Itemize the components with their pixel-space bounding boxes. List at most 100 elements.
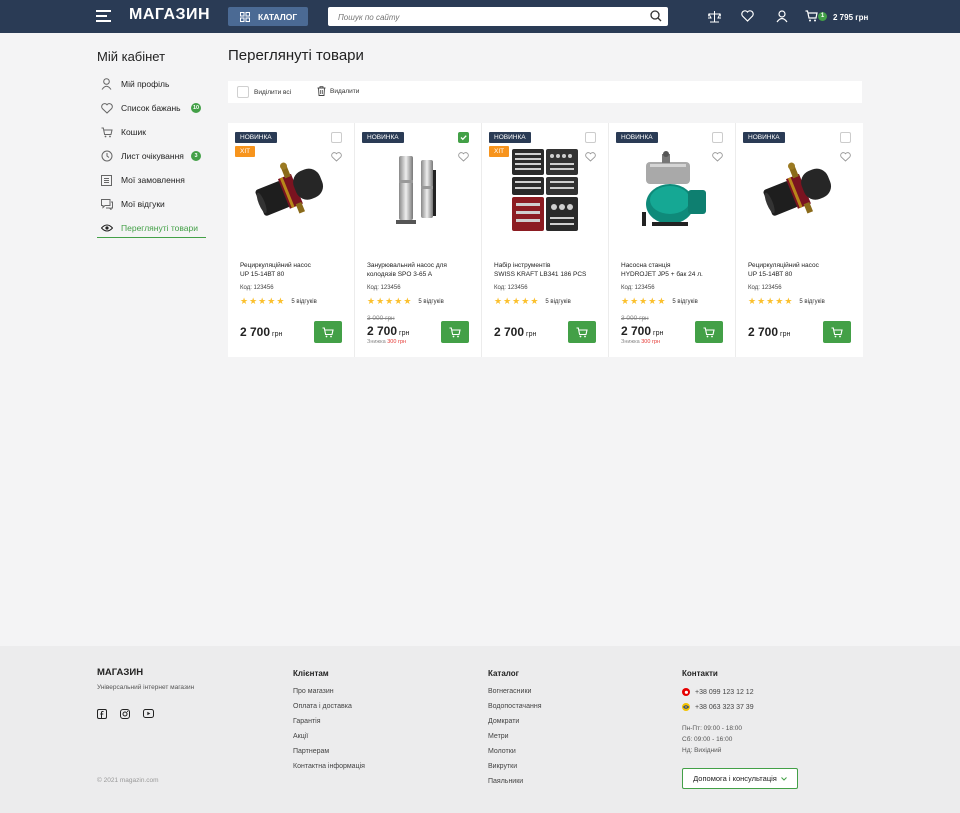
- sidebar-item-wishlist[interactable]: Список бажань 10: [97, 98, 206, 118]
- vodafone-icon: [682, 688, 690, 696]
- reviews-link[interactable]: 5 відгуків: [672, 299, 697, 305]
- star-icon: ★: [267, 296, 276, 306]
- product-image[interactable]: [627, 145, 717, 235]
- reviews-link[interactable]: 5 відгуків: [799, 299, 824, 305]
- product-name-line: UP 15-14ВТ 80: [240, 271, 285, 278]
- star-icon: ★: [639, 296, 648, 306]
- footer-link[interactable]: Викрутки: [488, 763, 517, 770]
- discount-value: 300 грн: [641, 339, 661, 345]
- wishlist-count-badge: 10: [191, 103, 201, 113]
- product-image[interactable]: [754, 145, 844, 235]
- footer-link[interactable]: Водопостачання: [488, 703, 542, 710]
- add-to-cart-button[interactable]: [823, 321, 851, 343]
- rating-stars: ★ ★ ★ ★ ★ 5 відгуків: [748, 297, 825, 306]
- footer-link[interactable]: Паяльники: [488, 778, 523, 785]
- product-image[interactable]: [500, 145, 590, 235]
- search-input[interactable]: [328, 8, 628, 27]
- footer: МАГАЗИН Універсальний інтернет магазин ©…: [0, 646, 960, 813]
- product-select-checkbox[interactable]: [458, 132, 469, 143]
- product-select-checkbox[interactable]: [585, 132, 596, 143]
- product-select-checkbox[interactable]: [712, 132, 723, 143]
- account-user-icon[interactable]: [776, 10, 788, 23]
- cart-icon[interactable]: [805, 10, 818, 22]
- footer-link[interactable]: Метри: [488, 733, 509, 740]
- wishlist-heart-icon[interactable]: [741, 10, 754, 22]
- cart-icon: [576, 326, 588, 337]
- star-icon: ★: [512, 296, 521, 306]
- cart-icon: [703, 326, 715, 337]
- sidebar-item-orders[interactable]: Мої замовлення: [97, 170, 206, 190]
- footer-link[interactable]: Молотки: [488, 748, 516, 755]
- product-grid: НОВИНКА ХІТ Рециркуляційний насос UP 15-…: [228, 123, 863, 357]
- footer-link[interactable]: Оплата і доставка: [293, 703, 352, 710]
- sidebar-item-waitlist[interactable]: Лист очікування 3: [97, 146, 206, 166]
- product-image[interactable]: [246, 145, 336, 235]
- product-card[interactable]: НОВИНКА Занурювальний насос для колодязі…: [355, 123, 482, 357]
- footer-tagline: Універсальний інтернет магазин: [97, 684, 195, 691]
- footer-logo[interactable]: МАГАЗИН: [97, 667, 143, 678]
- product-select-checkbox[interactable]: [331, 132, 342, 143]
- rating-stars: ★ ★ ★ ★ ★ 5 відгуків: [494, 297, 571, 306]
- sidebar-item-label: Кошик: [121, 127, 146, 137]
- product-image[interactable]: [373, 145, 463, 235]
- add-to-cart-button[interactable]: [568, 321, 596, 343]
- add-to-cart-button[interactable]: [314, 321, 342, 343]
- sidebar-item-label: Мій профіль: [121, 79, 170, 89]
- sidebar-item-cart[interactable]: Кошик: [97, 122, 206, 142]
- help-consultation-button[interactable]: Допомога і консультація: [682, 768, 798, 789]
- sidebar-item-reviews[interactable]: Мої відгуки: [97, 194, 206, 214]
- product-card[interactable]: НОВИНКА ХІТ Набір інструментів SWISS KRA…: [482, 123, 609, 357]
- working-hours-line: Нд: Вихідний: [682, 747, 722, 754]
- product-code: Код: 123456: [748, 285, 782, 291]
- star-icon: ★: [367, 296, 376, 306]
- select-all-checkbox[interactable]: [237, 86, 249, 98]
- footer-link[interactable]: Домкрати: [488, 718, 519, 725]
- product-card[interactable]: НОВИНКА Насосна станція HYDROJET JP5 + б…: [609, 123, 736, 357]
- sidebar-item-profile[interactable]: Мій профіль: [97, 74, 206, 94]
- cart-total[interactable]: 2 795 грн: [833, 13, 868, 22]
- search-icon[interactable]: [650, 10, 662, 22]
- product-card[interactable]: НОВИНКА Рециркуляційний насос UP 15-14ВТ…: [736, 123, 863, 357]
- search-bar: [328, 7, 668, 27]
- new-badge: НОВИНКА: [743, 132, 785, 143]
- star-icon: ★: [657, 296, 666, 306]
- product-name[interactable]: Занурювальний насос для колодязів SPO 3-…: [367, 261, 475, 279]
- product-name[interactable]: Рециркуляційний насос UP 15-14ВТ 80: [748, 261, 856, 279]
- phone-lifecell[interactable]: +38 063 323 37 39: [682, 703, 754, 711]
- footer-link[interactable]: Вогнегасники: [488, 688, 531, 695]
- select-all-label[interactable]: Виділити всі: [254, 89, 291, 96]
- footer-link[interactable]: Про магазин: [293, 688, 334, 695]
- sidebar-item-viewed[interactable]: Переглянуті товари: [97, 218, 206, 238]
- product-card[interactable]: НОВИНКА ХІТ Рециркуляційний насос UP 15-…: [228, 123, 355, 357]
- discount-value: 300 грн: [387, 339, 407, 345]
- reviews-link[interactable]: 5 відгуків: [545, 299, 570, 305]
- footer-link[interactable]: Акції: [293, 733, 308, 740]
- youtube-icon[interactable]: [143, 709, 154, 718]
- menu-burger-icon[interactable]: [96, 10, 111, 22]
- delete-button[interactable]: Видалити: [317, 86, 359, 96]
- product-name-line: колодязів SPO 3-65 A: [367, 271, 433, 278]
- site-logo[interactable]: МАГАЗИН: [129, 6, 210, 24]
- phone-vodafone[interactable]: +38 099 123 12 12: [682, 688, 754, 696]
- lifecell-icon: [682, 703, 690, 711]
- product-name[interactable]: Рециркуляційний насос UP 15-14ВТ 80: [240, 261, 348, 279]
- add-to-cart-button[interactable]: [441, 321, 469, 343]
- star-icon: ★: [503, 296, 512, 306]
- rating-stars: ★ ★ ★ ★ ★ 5 відгуків: [367, 297, 444, 306]
- price-currency: грн: [653, 330, 664, 337]
- catalog-button[interactable]: КАТАЛОГ: [228, 7, 308, 26]
- instagram-icon[interactable]: [120, 709, 130, 719]
- add-to-cart-button[interactable]: [695, 321, 723, 343]
- sidebar-item-label: Мої замовлення: [121, 175, 185, 185]
- product-name[interactable]: Набір інструментів SWISS KRAFT LB341 186…: [494, 261, 602, 279]
- footer-link[interactable]: Гарантія: [293, 718, 321, 725]
- reviews-link[interactable]: 5 відгуків: [291, 299, 316, 305]
- footer-link[interactable]: Контактна інформація: [293, 763, 365, 770]
- product-name[interactable]: Насосна станція HYDROJET JP5 + бак 24 л.: [621, 261, 729, 279]
- product-name-line: Занурювальний насос для: [367, 262, 447, 269]
- facebook-icon[interactable]: [97, 709, 107, 719]
- reviews-link[interactable]: 5 відгуків: [418, 299, 443, 305]
- product-select-checkbox[interactable]: [840, 132, 851, 143]
- compare-scales-icon[interactable]: [708, 10, 721, 23]
- footer-link[interactable]: Партнерам: [293, 748, 329, 755]
